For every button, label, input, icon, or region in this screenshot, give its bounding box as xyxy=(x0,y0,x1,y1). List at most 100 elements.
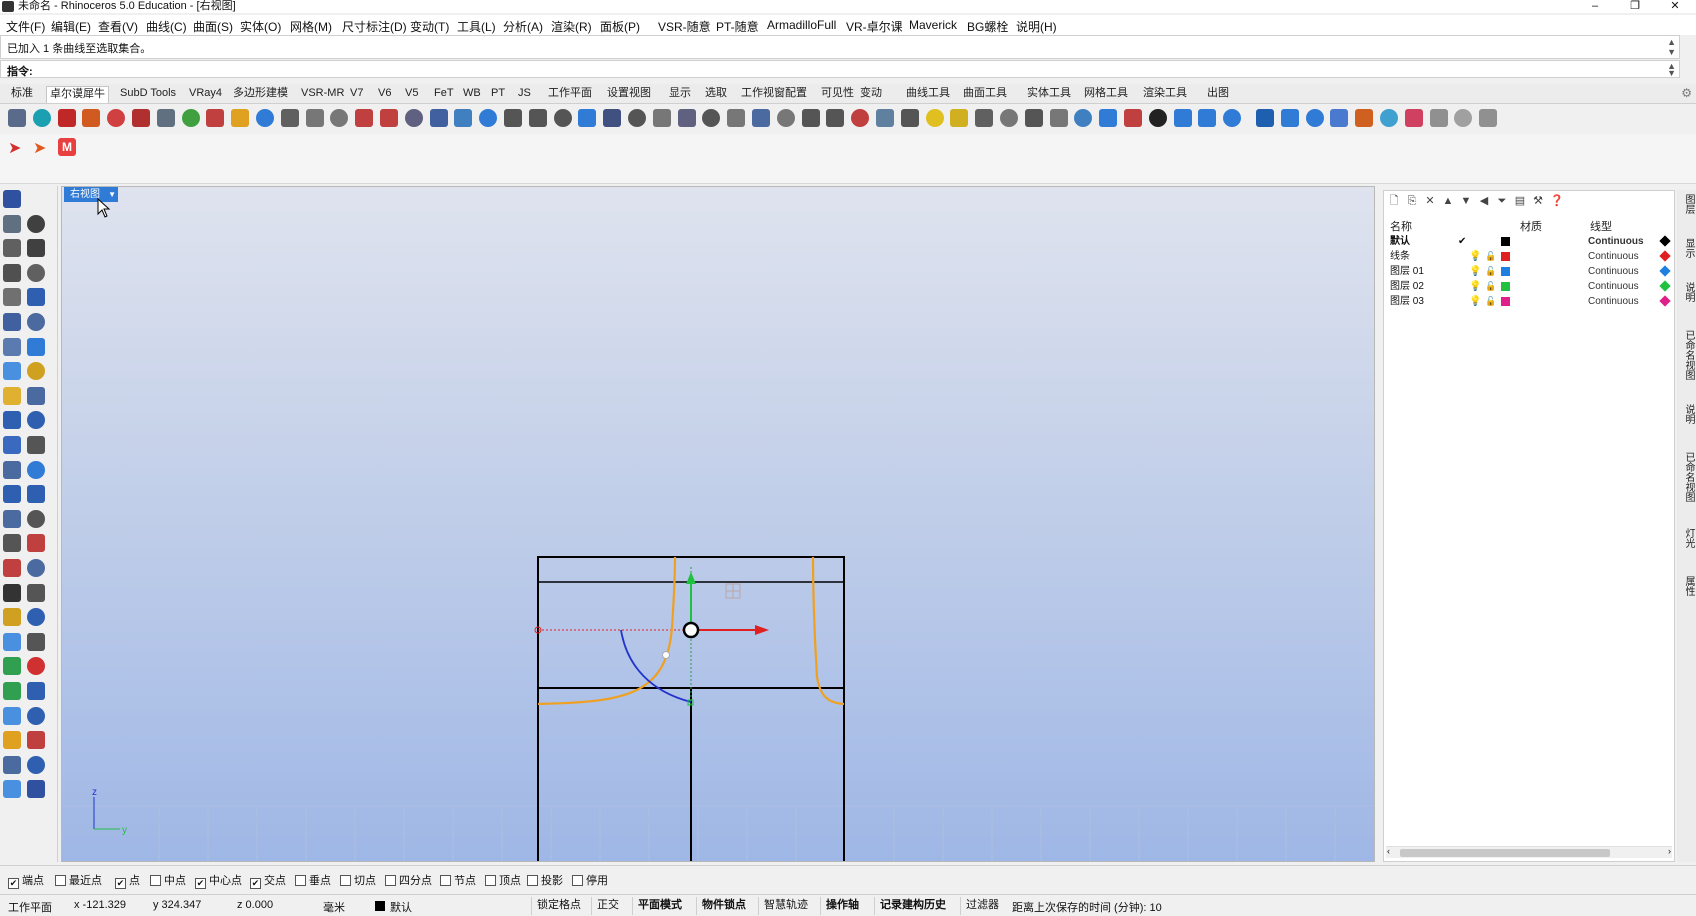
send-arrow-alt-icon[interactable]: ➤ xyxy=(33,138,51,157)
osnap-checkbox[interactable]: ✔ xyxy=(8,878,19,889)
left-tool-icon-27[interactable] xyxy=(3,534,21,553)
layer-linetype[interactable]: Continuous xyxy=(1588,294,1639,309)
scroll-left-icon[interactable]: ‹ xyxy=(1387,846,1390,856)
left-tool-icon-1[interactable] xyxy=(3,214,21,233)
m-plugin-icon[interactable]: M xyxy=(58,138,76,156)
osnap-checkbox[interactable] xyxy=(440,875,451,886)
menu-item-3[interactable]: 曲线(C) xyxy=(146,18,187,35)
status-toggle-0[interactable]: 锁定格点 xyxy=(531,897,586,915)
osnap-checkbox[interactable] xyxy=(295,875,306,886)
move-out-icon[interactable]: ◀ xyxy=(1478,195,1490,207)
tab-15[interactable]: 显示 xyxy=(666,86,694,103)
osnap-1[interactable]: 最近点 xyxy=(55,872,102,888)
side-tab-7[interactable]: 属性 xyxy=(1679,576,1694,596)
col-name-header[interactable]: 名称 xyxy=(1390,218,1412,234)
left-tool-icon-42[interactable] xyxy=(27,706,45,725)
print-color-icon[interactable] xyxy=(1659,250,1671,262)
print-color-icon[interactable] xyxy=(1659,235,1671,247)
left-tool-icon-41[interactable] xyxy=(3,706,21,725)
menu-item-17[interactable]: Maverick xyxy=(909,18,957,32)
toolbar-tool-icon-8[interactable] xyxy=(206,109,225,127)
osnap-checkbox[interactable] xyxy=(340,875,351,886)
left-tool-icon-46[interactable] xyxy=(27,755,45,774)
toolbar-tool-icon-29[interactable] xyxy=(727,109,746,127)
tab-18[interactable]: 可见性 xyxy=(818,86,857,103)
toolbar-tool-icon-34[interactable] xyxy=(851,109,870,127)
prompt-scroll-down-icon[interactable]: ▼ xyxy=(1667,68,1676,78)
menu-item-5[interactable]: 实体(O) xyxy=(240,18,281,35)
toolbar-tool-icon-19[interactable] xyxy=(479,109,498,127)
current-layer-check-icon[interactable]: ✔ xyxy=(1458,234,1466,249)
lock-icon[interactable]: 🔓 xyxy=(1485,264,1496,279)
status-toggle-1[interactable]: 正交 xyxy=(591,897,624,915)
toolbar-tool-icon-59[interactable] xyxy=(1479,109,1498,127)
tab-21[interactable]: 曲面工具 xyxy=(960,86,1010,103)
menu-item-18[interactable]: BG螺栓 xyxy=(967,18,1008,35)
history-scroll-down-icon[interactable]: ▼ xyxy=(1667,47,1676,57)
tab-10[interactable]: WB xyxy=(460,86,484,103)
left-tool-icon-6[interactable] xyxy=(27,263,45,282)
left-tool-icon-47[interactable] xyxy=(3,780,21,799)
toolbar-tool-icon-20[interactable] xyxy=(504,109,522,127)
layer-color-swatch[interactable] xyxy=(1501,237,1510,246)
tab-17[interactable]: 工作视窗配置 xyxy=(738,86,810,103)
osnap-checkbox[interactable]: ✔ xyxy=(195,878,206,889)
toolbar-tool-icon-39[interactable] xyxy=(975,109,994,127)
toolbar-tool-icon-52[interactable] xyxy=(1305,109,1324,127)
tools-icon[interactable]: ⚒ xyxy=(1532,195,1544,207)
tab-5[interactable]: VSR-MR xyxy=(298,86,347,103)
toolbar-tool-icon-46[interactable] xyxy=(1148,109,1167,127)
left-tool-icon-17[interactable] xyxy=(3,411,21,430)
send-arrow-icon[interactable]: ➤ xyxy=(8,138,26,157)
side-tab-0[interactable]: 图层 xyxy=(1679,194,1694,214)
tab-7[interactable]: V6 xyxy=(375,86,394,103)
left-tool-icon-25[interactable] xyxy=(3,509,21,528)
lock-icon[interactable]: 🔓 xyxy=(1485,279,1496,294)
print-color-icon[interactable] xyxy=(1659,280,1671,292)
layer-row[interactable]: 图层 03 💡 🔓 Continuous xyxy=(1384,294,1674,309)
tab-11[interactable]: PT xyxy=(488,86,508,103)
toolbar-tool-icon-54[interactable] xyxy=(1355,109,1374,127)
left-tool-icon-5[interactable] xyxy=(3,263,21,282)
toolbar-tool-icon-58[interactable] xyxy=(1454,109,1473,127)
toolbar-tool-icon-48[interactable] xyxy=(1198,109,1217,127)
osnap-9[interactable]: 节点 xyxy=(440,872,476,888)
osnap-checkbox[interactable] xyxy=(385,875,396,886)
osnap-0[interactable]: ✔ 端点 xyxy=(8,872,44,889)
toolbar-tool-icon-30[interactable] xyxy=(752,109,770,127)
col-material-header[interactable]: 材质 xyxy=(1520,218,1542,234)
menu-item-15[interactable]: ArmadilloFull xyxy=(767,18,836,32)
osnap-checkbox[interactable] xyxy=(572,875,583,886)
left-tool-icon-48[interactable] xyxy=(27,780,45,799)
toolbar-tool-icon-12[interactable] xyxy=(305,109,324,127)
layer-color-swatch[interactable] xyxy=(1501,282,1510,291)
layer-row[interactable]: 线条 💡 🔓 Continuous xyxy=(1384,249,1674,264)
osnap-checkbox[interactable] xyxy=(150,875,161,886)
left-tool-icon-44[interactable] xyxy=(27,731,45,750)
tab-2[interactable]: SubD Tools xyxy=(117,86,179,103)
layer-row[interactable]: 图层 01 💡 🔓 Continuous xyxy=(1384,264,1674,279)
toolbar-tool-icon-32[interactable] xyxy=(801,109,820,127)
menu-item-12[interactable]: 面板(P) xyxy=(600,18,640,35)
toolbar-tool-icon-16[interactable] xyxy=(404,109,423,127)
toolbar-tool-icon-27[interactable] xyxy=(677,109,696,127)
left-tool-icon-19[interactable] xyxy=(3,436,21,454)
left-tool-icon-36[interactable] xyxy=(27,632,45,651)
layer-row[interactable]: 默认 ✔ Continuous xyxy=(1384,234,1674,249)
col-linetype-header[interactable]: 线型 xyxy=(1590,218,1612,234)
left-tool-icon-3[interactable] xyxy=(3,239,21,258)
toolbar-tool-icon-24[interactable] xyxy=(603,109,622,127)
toolbar-tool-icon-21[interactable] xyxy=(528,109,547,127)
tab-settings-gear-icon[interactable]: ⚙ xyxy=(1681,86,1692,100)
tab-20[interactable]: 曲线工具 xyxy=(903,86,953,103)
current-layer-label[interactable]: 默认 xyxy=(390,899,412,915)
toolbar-tool-icon-53[interactable] xyxy=(1330,109,1349,127)
toolbar-tool-icon-11[interactable] xyxy=(280,109,299,127)
left-tool-icon-39[interactable] xyxy=(3,682,21,700)
left-tool-icon-7[interactable] xyxy=(3,288,21,307)
tab-0[interactable]: 标准 xyxy=(8,86,36,103)
close-button[interactable]: ✕ xyxy=(1655,0,1695,13)
toolbar-tool-icon-14[interactable] xyxy=(355,109,374,127)
toolbar-tool-icon-7[interactable] xyxy=(181,109,200,127)
toolbar-tool-icon-37[interactable] xyxy=(925,109,944,127)
